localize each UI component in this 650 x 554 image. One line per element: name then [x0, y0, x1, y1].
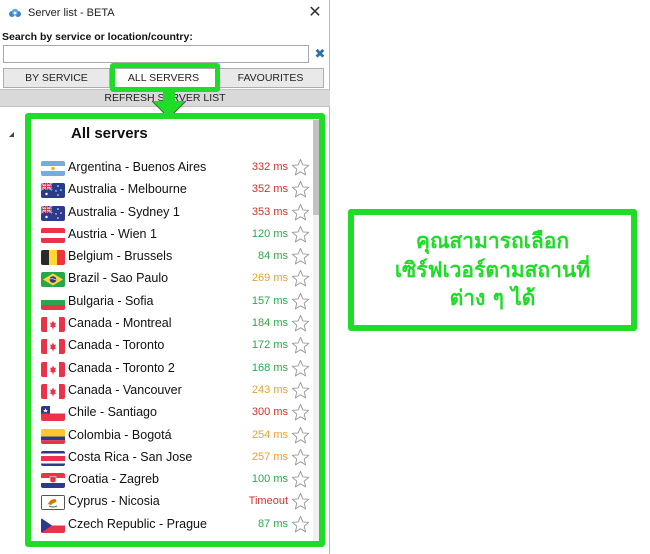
list-highlight-box: [25, 113, 325, 547]
close-icon: ✕: [308, 4, 322, 21]
search-label: Search by service or location/country:: [2, 31, 193, 43]
collapse-triangle-icon[interactable]: [9, 132, 14, 137]
search-input[interactable]: [3, 45, 309, 63]
window-title: Server list - BETA: [28, 7, 115, 19]
clear-x-icon: ✖: [314, 46, 326, 61]
app-logo-icon: [9, 8, 21, 17]
callout-box: คุณสามารถเลือก เซิร์ฟเวอร์ตามสถานที่ ต่า…: [348, 209, 637, 331]
close-button[interactable]: ✕: [306, 4, 324, 22]
title-bar: Server list - BETA ✕: [0, 0, 330, 28]
callout-text: คุณสามารถเลือก เซิร์ฟเวอร์ตามสถานที่ ต่า…: [394, 229, 591, 311]
tab-by-service[interactable]: BY SERVICE: [3, 68, 110, 88]
clear-search-button[interactable]: ✖: [313, 46, 327, 62]
tab-favourites[interactable]: FAVOURITES: [217, 68, 324, 88]
